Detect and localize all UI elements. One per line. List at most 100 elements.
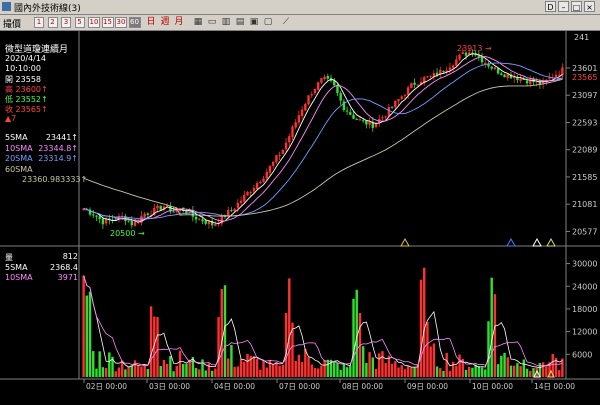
candle-body <box>214 224 217 226</box>
candle-body <box>326 75 330 79</box>
window-titlebar: 國內外技術線(3) D – □ × <box>0 0 600 15</box>
candle-body <box>403 95 407 97</box>
open-value: 23558 <box>15 75 41 84</box>
candle-body <box>490 66 493 69</box>
box-icon[interactable]: ▭ <box>206 17 218 28</box>
volume-tick-label: 24000 <box>572 282 597 291</box>
price-tick-label: 23601 <box>572 64 597 73</box>
candle-body <box>451 65 455 69</box>
candle-body <box>281 149 285 155</box>
price-tick-label: 20577 <box>572 227 597 236</box>
period-button-60[interactable]: 60 <box>128 17 141 28</box>
week-button[interactable]: 週 <box>159 17 171 28</box>
period-button-3[interactable]: 3 <box>61 17 71 28</box>
grid-icon[interactable]: ▦ <box>192 17 204 28</box>
candle-body <box>406 87 410 95</box>
volume-bar <box>243 361 246 377</box>
volume-bar <box>529 370 532 377</box>
volume-bar <box>316 368 320 377</box>
volume-bar <box>500 355 503 377</box>
bars-icon[interactable]: ▥ <box>220 17 232 28</box>
save-icon[interactable]: ▣ <box>248 17 260 28</box>
volume-bar <box>419 279 423 377</box>
low-label: 低 <box>5 95 13 104</box>
period-button-1[interactable]: 1 <box>34 17 44 28</box>
volume-bar <box>214 368 217 377</box>
volume-bar <box>220 289 223 377</box>
price-tick-label: 21081 <box>572 200 597 209</box>
candle-body <box>265 171 268 179</box>
day-button[interactable]: 日 <box>145 17 157 28</box>
candle-body <box>500 73 503 75</box>
period-button-5[interactable]: 5 <box>74 17 85 28</box>
price-tick-label: 22089 <box>572 146 597 155</box>
close-button[interactable]: × <box>584 1 595 12</box>
trend-icon[interactable]: ⟋ <box>280 17 292 28</box>
period-button-15[interactable]: 15 <box>101 17 114 28</box>
period-button-2[interactable]: 2 <box>47 17 58 28</box>
candle-body <box>525 80 529 84</box>
volume-bar <box>368 352 371 377</box>
maximize-button[interactable]: □ <box>571 1 582 12</box>
volume-bar <box>278 365 281 377</box>
volume-bar <box>519 366 522 377</box>
volume-bar <box>124 369 127 377</box>
candle-body <box>98 216 101 219</box>
volume-bar <box>149 306 153 377</box>
volume-bar <box>557 370 561 377</box>
candle-body <box>194 216 198 220</box>
volume-bar <box>227 358 230 377</box>
high-label: 高 <box>5 85 13 94</box>
volume-bar <box>451 361 455 377</box>
candle-body <box>172 211 175 213</box>
candle-body <box>156 206 159 209</box>
candle-body <box>249 191 252 193</box>
volume-bar <box>384 363 387 377</box>
period-button-30[interactable]: 30 <box>115 17 127 28</box>
month-button[interactable]: 月 <box>173 17 185 28</box>
volume-bar <box>506 357 509 377</box>
candle-body <box>442 70 445 73</box>
candle-body <box>239 200 243 204</box>
price-tick-label: 23097 <box>572 91 597 100</box>
price-tick-label: 21585 <box>572 173 597 182</box>
candle-body <box>278 154 281 156</box>
candle-body <box>400 96 403 99</box>
volume-bar <box>304 349 307 377</box>
volume-bar <box>281 365 285 377</box>
candle-body <box>429 75 432 77</box>
volume-bar <box>403 369 407 377</box>
candle-body <box>397 99 400 102</box>
volume-bar <box>143 365 146 377</box>
volume-bar <box>429 346 432 377</box>
candle-body <box>413 82 416 85</box>
candle-body <box>365 120 368 125</box>
candle-body <box>300 109 304 117</box>
time-label: 10日 00:00 <box>472 382 513 391</box>
stock-chart[interactable]: 23601 23097 22593 22089 21585 21081 20577 241 23… <box>0 31 600 405</box>
candle-body <box>291 126 294 138</box>
volume-bar <box>326 359 330 377</box>
candle-body <box>130 220 134 226</box>
period-button-10[interactable]: 10 <box>88 17 100 28</box>
volume-bar <box>545 366 548 377</box>
candle-body <box>554 74 558 78</box>
time-label: 07日 00:00 <box>279 382 320 391</box>
volume-bar <box>140 366 143 377</box>
volume-bar <box>265 367 268 377</box>
candle-body <box>493 67 497 70</box>
d-icon[interactable]: D <box>545 1 556 12</box>
volume-bar <box>239 358 243 377</box>
volume-bar <box>137 365 140 377</box>
candle-body <box>358 119 362 121</box>
price-top-label: 241 <box>574 33 589 42</box>
minimize-button[interactable]: – <box>558 1 569 12</box>
candle-body <box>127 220 130 222</box>
volume-bar <box>236 366 240 377</box>
volume-bar <box>525 368 529 377</box>
candle-body <box>252 187 256 192</box>
layout-icon[interactable]: ▢ <box>262 17 274 28</box>
candle-body <box>133 221 137 226</box>
volume-bar <box>439 368 442 377</box>
table-icon[interactable]: ▤ <box>234 17 246 28</box>
